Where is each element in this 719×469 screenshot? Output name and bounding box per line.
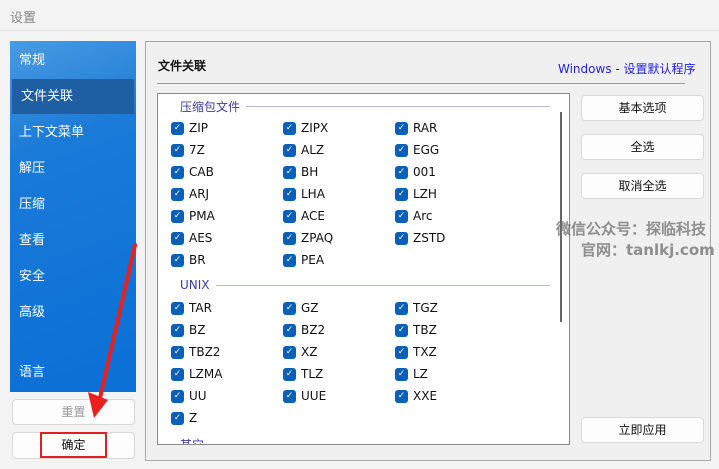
red-arrow (88, 243, 137, 418)
